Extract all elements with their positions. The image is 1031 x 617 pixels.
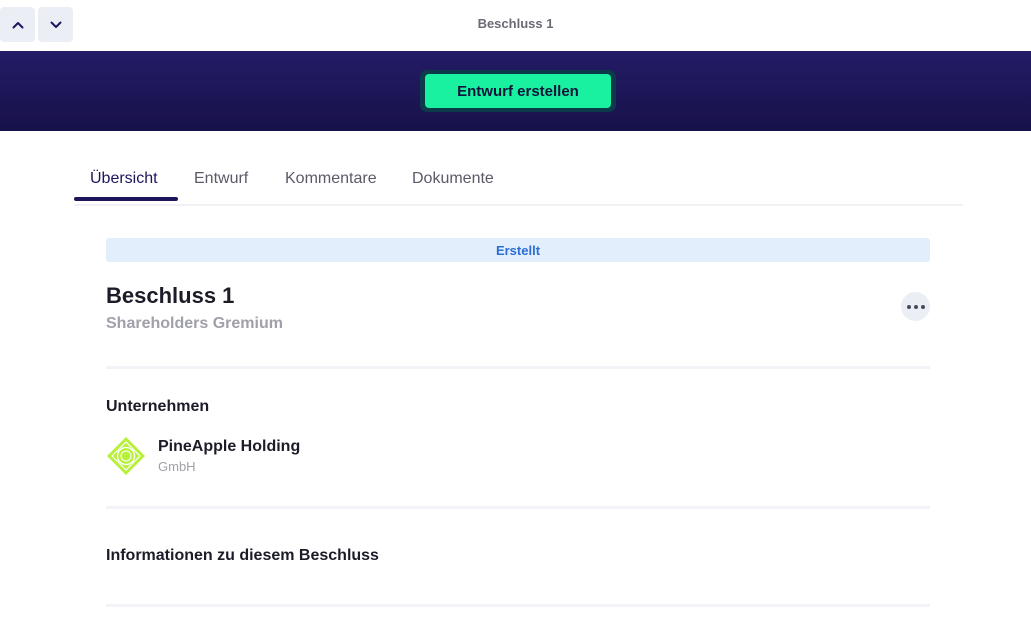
company-name[interactable]: PineApple Holding (158, 438, 300, 456)
tab-dokumente[interactable]: Dokumente (412, 170, 494, 188)
divider (106, 506, 930, 509)
create-draft-button[interactable]: Entwurf erstellen (425, 74, 611, 108)
resolution-body: Shareholders Gremium (106, 315, 283, 332)
page-header-title: Beschluss 1 (477, 16, 554, 31)
company-logo (107, 437, 145, 475)
resolution-title: Beschluss 1 (106, 283, 235, 308)
tab-bar: Übersicht Entwurf Kommentare Dokumente (74, 164, 963, 206)
divider (106, 366, 930, 369)
company-legal-form: GmbH (158, 459, 196, 474)
more-options-button[interactable] (901, 292, 930, 321)
top-bar: Beschluss 1 (0, 0, 1031, 51)
more-horizontal-icon (906, 304, 911, 309)
divider (106, 604, 930, 607)
action-banner: Entwurf erstellen (0, 51, 1031, 131)
tab-kommentare[interactable]: Kommentare (285, 170, 377, 188)
tab-uebersicht[interactable]: Übersicht (90, 170, 158, 188)
status-badge: Erstellt (106, 238, 930, 262)
create-draft-button-frame: Entwurf erstellen (420, 70, 616, 112)
info-section-heading: Informationen zu diesem Beschluss (106, 547, 379, 564)
tab-entwurf[interactable]: Entwurf (194, 170, 248, 188)
active-tab-indicator (74, 197, 178, 201)
company-section-heading: Unternehmen (106, 398, 210, 415)
